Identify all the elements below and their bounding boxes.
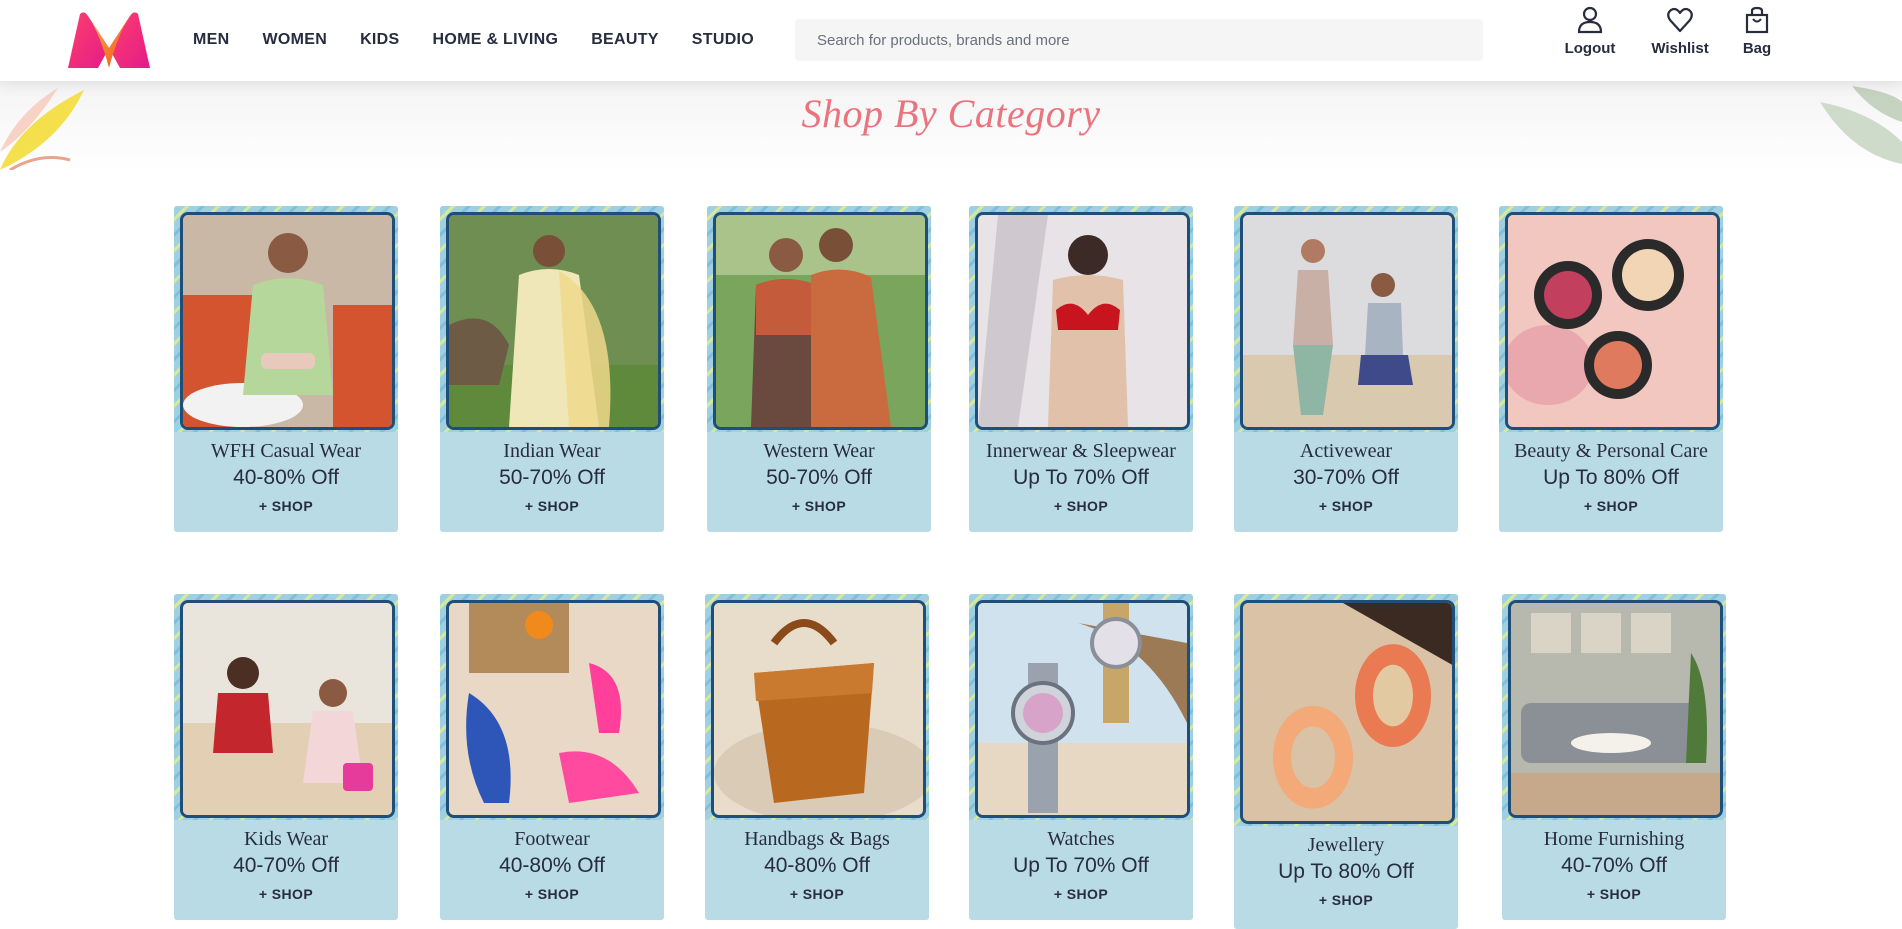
shop-link[interactable]: + SHOP [440,498,664,514]
category-image [1240,212,1455,430]
nav-studio[interactable]: STUDIO [692,31,754,49]
category-name: Innerwear & Sleepwear [986,440,1176,462]
nav-beauty[interactable]: BEAUTY [591,31,659,49]
section-title: Shop By Category [801,91,1101,136]
category-card-wfh-casual-wear[interactable]: WFH Casual Wear 40-80% Off + SHOP [174,206,398,532]
category-offer: 40-70% Off [233,854,339,877]
category-offer: 40-80% Off [233,466,339,489]
category-offer: Up To 80% Off [1543,466,1679,489]
category-offer: 50-70% Off [766,466,872,489]
shop-link[interactable]: + SHOP [174,886,398,902]
category-offer: Up To 80% Off [1278,860,1414,883]
search-bar [795,18,1483,62]
heart-icon [1667,7,1693,33]
logout-label: Logout [1564,40,1616,57]
category-card-beauty-personal-care[interactable]: Beauty & Personal Care Up To 80% Off + S… [1499,206,1723,532]
shop-link[interactable]: + SHOP [969,498,1193,514]
nav-men[interactable]: MEN [193,31,229,49]
category-card-footwear[interactable]: Footwear 40-80% Off + SHOP [440,594,664,920]
category-card-jewellery[interactable]: Jewellery Up To 80% Off + SHOP [1234,594,1458,929]
category-card-watches[interactable]: Watches Up To 70% Off + SHOP [969,594,1193,920]
shop-link[interactable]: + SHOP [174,498,398,514]
category-name: Handbags & Bags [744,828,890,850]
category-offer: 30-70% Off [1293,466,1399,489]
bag-label: Bag [1742,40,1772,57]
shop-link[interactable]: + SHOP [969,886,1193,902]
category-card-handbags-bags[interactable]: Handbags & Bags 40-80% Off + SHOP [705,594,929,920]
category-card-kids-wear[interactable]: Kids Wear 40-70% Off + SHOP [174,594,398,920]
category-name: Indian Wear [503,440,601,462]
category-offer: 40-70% Off [1561,854,1667,877]
category-name: Kids Wear [243,828,329,850]
logout-button[interactable]: Logout [1560,6,1620,57]
category-card-activewear[interactable]: Activewear 30-70% Off + SHOP [1234,206,1458,532]
category-image [446,212,661,430]
category-image [711,600,926,818]
bag-button[interactable]: Bag [1735,6,1779,57]
category-image [180,600,395,818]
shop-link[interactable]: + SHOP [440,886,664,902]
top-header: MEN WOMEN KIDS HOME & LIVING BEAUTY STUD… [0,0,1902,81]
main-nav: MEN WOMEN KIDS HOME & LIVING BEAUTY STUD… [193,31,787,49]
category-image [713,212,928,430]
category-name: Jewellery [1307,834,1385,856]
category-card-home-furnishing[interactable]: Home Furnishing 40-70% Off + SHOP [1502,594,1726,920]
category-name: WFH Casual Wear [210,440,362,462]
category-offer: 40-80% Off [764,854,870,877]
nav-home-living[interactable]: HOME & LIVING [433,31,559,49]
category-image [975,600,1190,818]
shop-link[interactable]: + SHOP [1502,886,1726,902]
shop-link[interactable]: + SHOP [707,498,931,514]
category-image [1240,600,1455,824]
nav-kids[interactable]: KIDS [360,31,399,49]
category-card-western-wear[interactable]: Western Wear 50-70% Off + SHOP [707,206,931,532]
category-name: Watches [1047,828,1115,850]
category-image [1505,212,1720,430]
category-name: Home Furnishing [1543,828,1685,850]
category-offer: Up To 70% Off [1013,854,1149,877]
shop-link[interactable]: + SHOP [705,886,929,902]
shop-link[interactable]: + SHOP [1234,498,1458,514]
category-image [975,212,1190,430]
category-name: Western Wear [763,440,875,462]
category-image [446,600,661,818]
user-icon [1577,6,1603,34]
shop-link[interactable]: + SHOP [1499,498,1723,514]
category-name: Activewear [1299,440,1393,462]
category-image [180,212,395,430]
category-name: Beauty & Personal Care [1514,440,1708,462]
search-input[interactable] [795,18,1483,62]
wishlist-button[interactable]: Wishlist [1645,6,1715,57]
category-name: Footwear [514,828,590,850]
category-image [1508,600,1723,818]
category-offer: 50-70% Off [499,466,605,489]
category-card-innerwear-sleepwear[interactable]: Innerwear & Sleepwear Up To 70% Off + SH… [969,206,1193,532]
shop-link[interactable]: + SHOP [1234,892,1458,908]
wishlist-label: Wishlist [1651,40,1709,57]
nav-women[interactable]: WOMEN [262,31,327,49]
bag-icon [1745,6,1769,34]
category-offer: Up To 70% Off [1013,466,1149,489]
category-offer: 40-80% Off [499,854,605,877]
myntra-logo[interactable] [66,10,152,72]
category-card-indian-wear[interactable]: Indian Wear 50-70% Off + SHOP [440,206,664,532]
